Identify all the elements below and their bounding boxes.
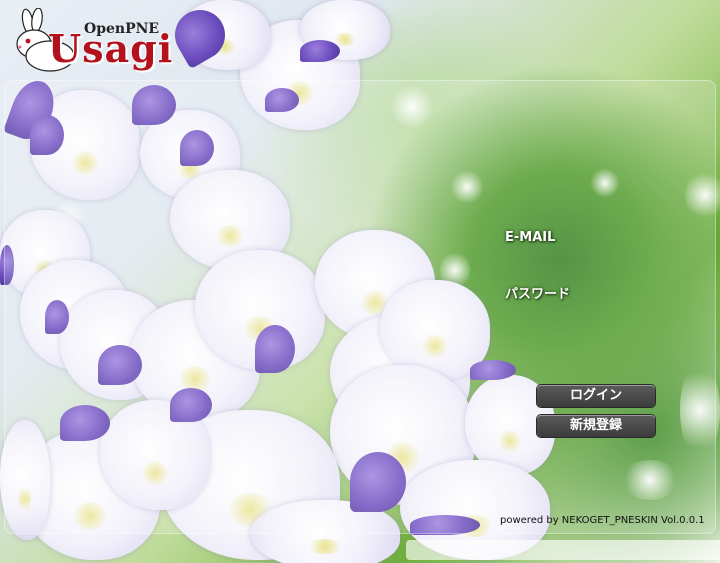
login-button[interactable]: ログイン bbox=[537, 385, 655, 407]
content-panel bbox=[4, 80, 716, 534]
footer-bar bbox=[406, 540, 720, 560]
site-logo[interactable]: OpenPNE Usagi bbox=[10, 4, 174, 74]
register-button[interactable]: 新規登録 bbox=[537, 415, 655, 437]
powered-by-text: powered by NEKOGET_PNESKIN Vol.0.0.1 bbox=[500, 515, 705, 526]
logo-title: Usagi bbox=[48, 26, 174, 71]
password-label: パスワード bbox=[505, 287, 571, 302]
email-label: E-MAIL bbox=[505, 230, 556, 245]
